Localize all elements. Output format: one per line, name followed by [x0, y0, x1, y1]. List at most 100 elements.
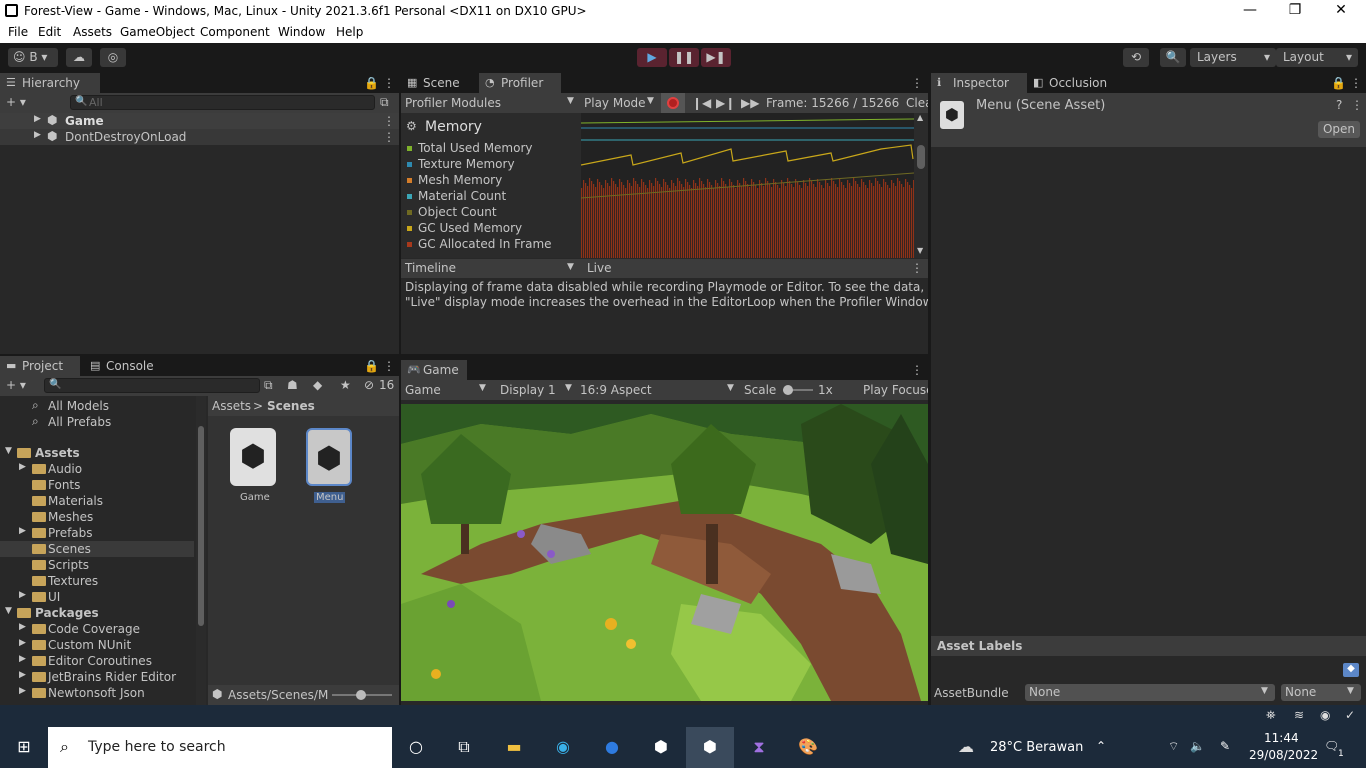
tree-folder-item[interactable]: Scripts — [0, 557, 194, 573]
last-frame-icon[interactable]: ▶▶ — [741, 96, 759, 110]
tree-folder-item[interactable]: Materials — [0, 493, 194, 509]
expand-arrow-icon[interactable]: ▶ — [19, 654, 26, 664]
tag-icon[interactable]: ◆ — [1343, 663, 1359, 677]
expand-arrow-icon[interactable]: ▶ — [19, 638, 26, 648]
lock-icon[interactable]: 🔒 — [1331, 76, 1346, 90]
tree-root-assets[interactable]: ▼ Assets — [0, 445, 194, 461]
game-mode-dropdown[interactable]: Game ▼ — [401, 380, 489, 400]
legend-item[interactable]: Texture Memory — [401, 157, 579, 173]
hierarchy-search-field[interactable]: 🔍 All — [70, 95, 375, 110]
lock-icon[interactable]: 🔒 — [364, 76, 379, 90]
network-icon[interactable]: ⌔ — [1168, 739, 1179, 754]
scroll-up-icon[interactable]: ▲ — [917, 113, 923, 122]
tree-folder-item[interactable]: ▶ JetBrains Rider Editor — [0, 669, 194, 685]
expand-arrow-icon[interactable]: ▶ — [19, 622, 26, 632]
paint-icon[interactable]: 🎨 — [796, 735, 820, 759]
add-icon[interactable]: + ▾ — [6, 95, 26, 109]
play-button[interactable]: ▶ — [637, 48, 667, 67]
step-button[interactable]: ▶❚ — [701, 48, 731, 67]
expand-arrow-icon[interactable]: ▶ — [34, 114, 41, 124]
tree-folder-item[interactable]: ▶ Audio — [0, 461, 194, 477]
layout-dropdown[interactable]: Layout ▾ — [1276, 48, 1358, 67]
more-menu-icon[interactable]: ⋮ — [911, 261, 923, 275]
tree-folder-item[interactable]: ▶ Code Coverage — [0, 621, 194, 637]
hierarchy-row[interactable]: ▶ ⬢ DontDestroyOnLoad ⋮ — [0, 129, 399, 145]
more-menu-icon[interactable]: ⋮ — [1350, 76, 1362, 90]
search-by-type-icon[interactable]: ⧉ — [264, 378, 273, 393]
tab-scene[interactable]: ▦ Scene — [401, 73, 477, 93]
menu-window[interactable]: Window — [278, 25, 325, 39]
more-menu-icon[interactable]: ⋮ — [383, 76, 395, 90]
tree-folder-item[interactable]: ▶ Prefabs — [0, 525, 194, 541]
legend-item[interactable]: Mesh Memory — [401, 173, 579, 189]
tree-scrollbar[interactable] — [196, 396, 206, 705]
favorite-item[interactable]: ⌕ All Models — [0, 398, 194, 414]
maps-icon[interactable]: ● — [600, 735, 624, 759]
hierarchy-row[interactable]: ▶ ⬢ Game ⋮ — [0, 113, 399, 129]
label-icon[interactable]: ◆ — [313, 378, 322, 392]
project-search-field[interactable]: 🔍 — [44, 378, 260, 393]
cloud-button[interactable]: ☁ — [66, 48, 92, 67]
tree-folder-item[interactable]: Meshes — [0, 509, 194, 525]
legend-item[interactable]: Total Used Memory — [401, 141, 579, 157]
unity-editor-icon[interactable]: ⬢ — [698, 735, 722, 759]
clock-date[interactable]: 29/08/2022 — [1249, 748, 1318, 762]
scroll-down-icon[interactable]: ▼ — [917, 246, 923, 255]
expand-arrow-icon[interactable]: ▼ — [5, 606, 12, 616]
menu-gameobject[interactable]: GameObject — [120, 25, 195, 39]
expand-arrow-icon[interactable]: ▶ — [19, 526, 26, 536]
lock-icon[interactable]: 🔒 — [364, 359, 379, 373]
tray-icon[interactable]: ✓ — [1345, 708, 1355, 722]
windows-start-icon[interactable]: ⊞ — [12, 735, 36, 759]
close-button[interactable]: ✕ — [1321, 2, 1361, 18]
record-button[interactable] — [661, 93, 685, 113]
more-menu-icon[interactable]: ⋮ — [383, 359, 395, 373]
clear-button[interactable]: Clea — [906, 96, 928, 110]
undo-history-button[interactable]: ⟲ — [1123, 48, 1149, 67]
aspect-dropdown[interactable]: 16:9 Aspect ▼ — [577, 380, 739, 400]
tree-folder-item[interactable]: Fonts — [0, 477, 194, 493]
tab-occlusion[interactable]: ◧ Occlusion — [1027, 73, 1123, 93]
slider-thumb[interactable] — [783, 385, 793, 395]
legend-item[interactable]: GC Allocated In Frame — [401, 237, 579, 253]
account-button[interactable]: ☺ B ▾ — [8, 48, 58, 67]
play-mode-dropdown[interactable]: Play Mode ▼ — [581, 93, 659, 113]
menu-help[interactable]: Help — [336, 25, 363, 39]
tree-folder-item[interactable]: Textures — [0, 573, 194, 589]
expand-arrow-icon[interactable]: ▶ — [19, 670, 26, 680]
collab-button[interactable]: ◎ — [100, 48, 126, 67]
expand-arrow-icon[interactable]: ▼ — [5, 446, 12, 456]
tree-folder-item[interactable]: ▶ Custom NUnit — [0, 637, 194, 653]
menu-component[interactable]: Component — [200, 25, 270, 39]
tray-icon[interactable]: ⛯ — [1266, 708, 1276, 723]
task-view-icon[interactable]: ⧉ — [452, 735, 476, 759]
asset-tile-menu[interactable]: ⬢ Menu — [300, 426, 360, 506]
legend-item[interactable]: GC Used Memory — [401, 221, 579, 237]
tree-root-packages[interactable]: ▼ Packages — [0, 605, 194, 621]
pen-icon[interactable]: ✎ — [1220, 739, 1230, 753]
tree-folder-item[interactable]: ▶ Newtonsoft Json — [0, 685, 194, 701]
chevron-up-icon[interactable]: ⌃ — [1096, 739, 1106, 753]
search-button[interactable]: 🔍 — [1160, 48, 1186, 67]
asset-tile-game[interactable]: ⬢ Game — [224, 426, 284, 506]
hidden-packages-icon[interactable]: ⊘ — [364, 378, 374, 392]
notification-icon[interactable]: 🗨 — [1324, 739, 1339, 753]
breadcrumb-assets[interactable]: Assets — [212, 399, 251, 413]
display-dropdown[interactable]: Display 1 ▼ — [497, 380, 575, 400]
tab-game[interactable]: 🎮 Game — [401, 360, 467, 380]
filter-icon[interactable]: ⧉ — [380, 95, 389, 110]
expand-arrow-icon[interactable]: ▶ — [19, 590, 26, 600]
tree-folder-item[interactable]: Scenes — [0, 541, 194, 557]
prev-frame-icon[interactable]: ❙◀ — [692, 96, 711, 110]
minimize-button[interactable]: — — [1230, 2, 1270, 18]
tab-hierarchy[interactable]: ☰ Hierarchy — [0, 73, 100, 93]
assetbundle-dropdown[interactable]: None ▼ — [1025, 684, 1275, 701]
breadcrumb-scenes[interactable]: Scenes — [267, 399, 315, 413]
favorite-item[interactable]: ⌕ All Prefabs — [0, 414, 194, 430]
cortana-icon[interactable]: ○ — [404, 735, 428, 759]
filter-type-icon[interactable]: ☗ — [287, 378, 298, 392]
scroll-thumb[interactable] — [917, 145, 925, 169]
chart-scrollbar[interactable]: ▲ ▼ — [914, 113, 928, 258]
clock-time[interactable]: 11:44 — [1264, 731, 1299, 745]
help-icon[interactable]: ? — [1336, 98, 1342, 112]
